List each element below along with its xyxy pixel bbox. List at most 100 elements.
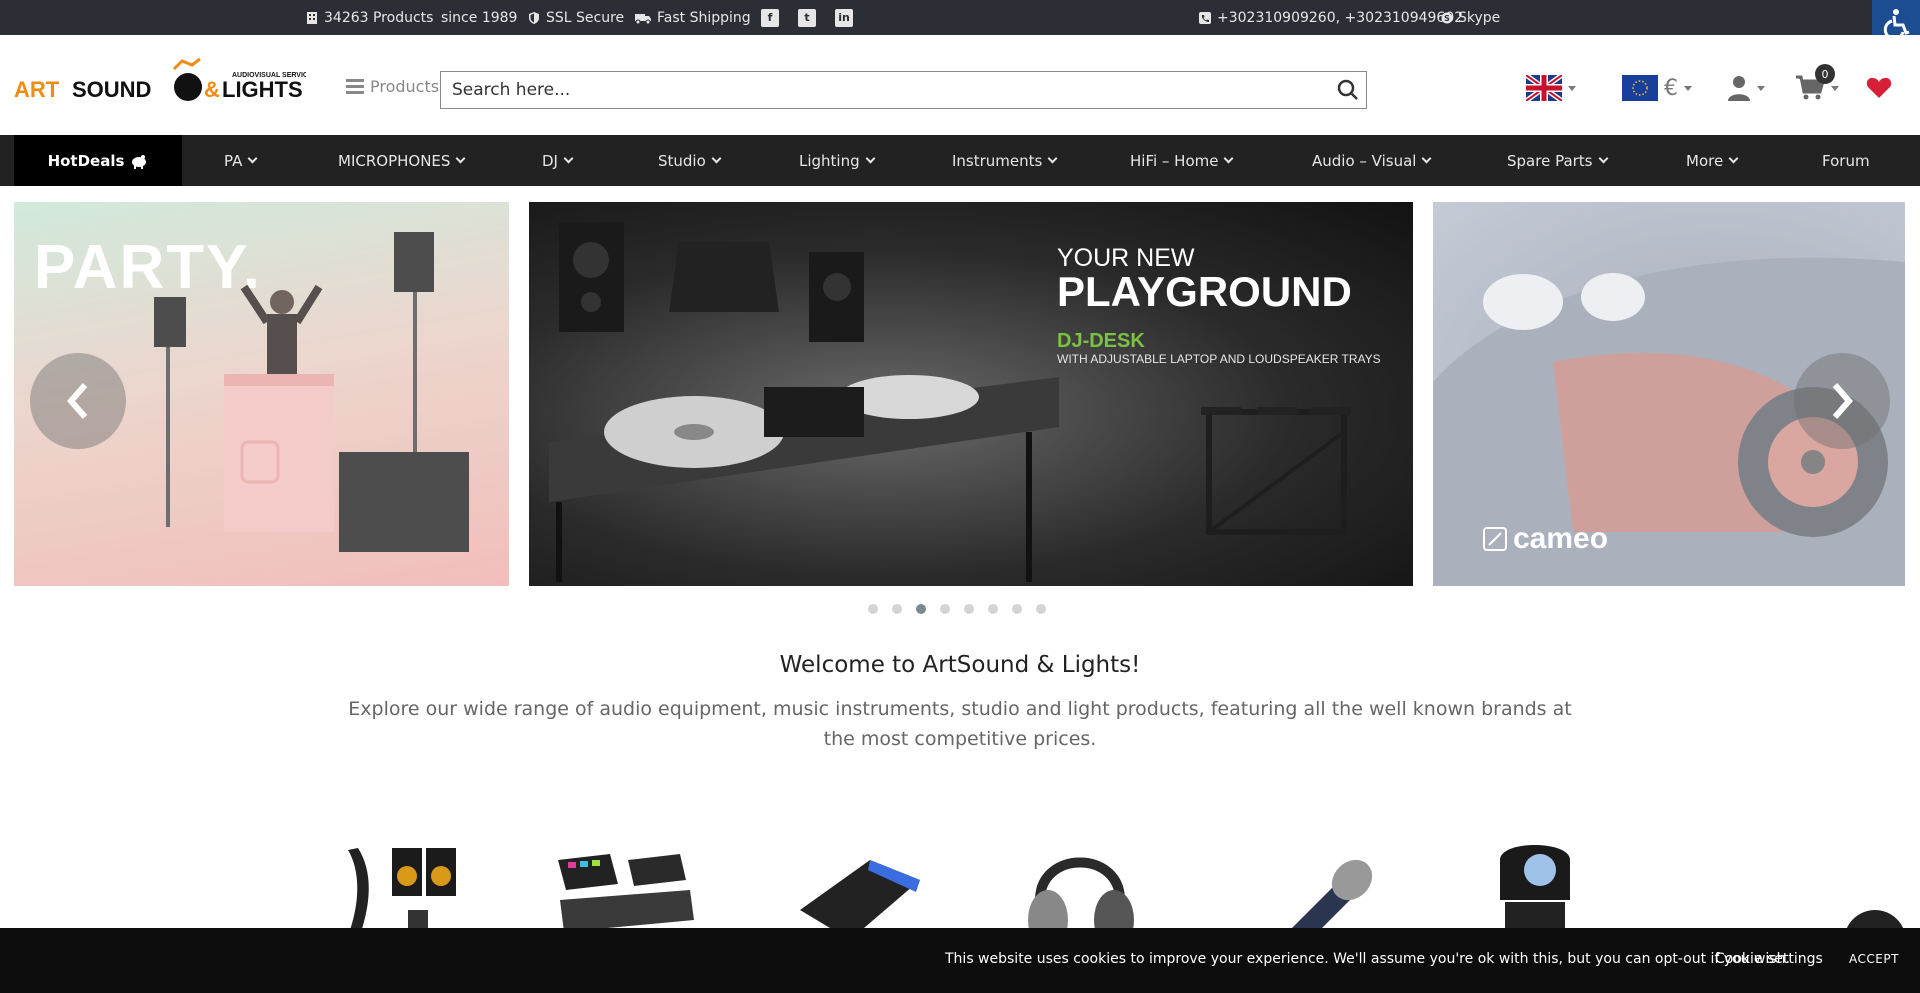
artsound-logo[interactable]: ART SOUND & LIGHTS AUDIOVISUAL SERVICES [14, 57, 318, 113]
cookie-settings-link[interactable]: Cookie settings [1715, 951, 1823, 967]
cookie-accept-button[interactable]: ACCEPT [1849, 952, 1899, 966]
chevron-down-icon [1684, 85, 1692, 91]
chevron-down-icon [247, 153, 258, 164]
facebook-icon[interactable]: f [761, 8, 779, 27]
user-icon[interactable] [1727, 75, 1751, 101]
building-icon [307, 11, 317, 24]
carousel-next-button[interactable] [1794, 353, 1890, 449]
nav-item-instruments[interactable]: Instruments [952, 135, 1058, 186]
nav-label[interactable]: MICROPHONES [338, 152, 450, 170]
site-header: ART SOUND & LIGHTS AUDIOVISUAL SERVICES … [0, 35, 1920, 135]
nav-item-dj[interactable]: DJ [542, 135, 574, 186]
phone-contact[interactable]: +302310909260, +302310949602 [1198, 0, 1463, 35]
skype-icon: S [1441, 12, 1453, 23]
nav-label[interactable]: Studio [658, 152, 706, 170]
nav-item-more[interactable]: More [1686, 135, 1739, 186]
linkedin-icon[interactable]: in [835, 8, 853, 27]
main-navigation: HotDeals PA MICROPHONES DJ Studio Lighti… [0, 135, 1920, 186]
carousel-dot[interactable] [892, 604, 902, 614]
search-icon[interactable] [1336, 78, 1360, 102]
cameo-label: cameo [1513, 522, 1609, 555]
svg-text:AUDIOVISUAL SERVICES: AUDIOVISUAL SERVICES [232, 72, 306, 79]
fast-shipping: Fast Shipping [634, 0, 751, 35]
nav-label[interactable]: HiFi – Home [1130, 152, 1218, 170]
carousel-dot[interactable] [868, 604, 878, 614]
chevron-down-icon [1598, 153, 1608, 164]
nav-label[interactable]: Lighting [799, 152, 860, 170]
carousel-dot[interactable] [940, 604, 950, 614]
chevron-down-icon [1422, 153, 1432, 164]
facebook-link[interactable]: f [761, 0, 779, 35]
svg-text:LIGHTS: LIGHTS [222, 77, 303, 102]
products-menu-toggle[interactable]: Products [346, 75, 439, 97]
nav-label[interactable]: Instruments [952, 152, 1042, 170]
currency-symbol[interactable]: € [1664, 76, 1678, 101]
chevron-down-icon [563, 153, 574, 164]
search-bar [440, 71, 1367, 109]
chevron-down-icon [1047, 153, 1058, 164]
slide-dj-desk[interactable]: YOUR NEW PLAYGROUND DJ-DESK WITH ADJUSTA… [529, 202, 1413, 586]
uk-flag-icon[interactable] [1526, 75, 1562, 101]
carousel-dot[interactable] [1012, 604, 1022, 614]
carousel-dots [868, 604, 1046, 614]
carousel-dot[interactable] [1036, 604, 1046, 614]
nav-label[interactable]: Spare Parts [1507, 152, 1593, 170]
nav-item-forum[interactable]: Forum [1822, 135, 1870, 186]
svg-text:ART: ART [14, 77, 60, 102]
chevron-down-icon [865, 153, 876, 164]
nav-item-hifi-home[interactable]: HiFi – Home [1130, 135, 1234, 186]
nav-label[interactable]: Forum [1822, 152, 1870, 170]
carousel-dot-active[interactable] [916, 604, 926, 614]
linkedin-link[interactable]: in [835, 0, 853, 35]
twitter-link[interactable]: t [798, 0, 816, 35]
nav-label[interactable]: Audio – Visual [1312, 152, 1416, 170]
wishlist-button[interactable] [1866, 71, 1892, 105]
eu-flag-icon[interactable] [1622, 75, 1658, 101]
products-menu-label[interactable]: Products [370, 77, 439, 96]
nav-item-spare-parts[interactable]: Spare Parts [1507, 135, 1608, 186]
skype-label[interactable]: Skype [1458, 10, 1500, 26]
currency-selector[interactable]: € [1622, 71, 1692, 105]
carousel-dot[interactable] [988, 604, 998, 614]
chevron-down-icon [455, 153, 466, 164]
cameo-brand: cameo [1483, 522, 1608, 556]
language-selector[interactable] [1526, 71, 1576, 105]
shipping-label: Fast Shipping [657, 9, 751, 26]
twitter-icon[interactable]: t [798, 8, 816, 27]
nav-item-lighting[interactable]: Lighting [799, 135, 876, 186]
ssl-secure: SSL Secure [527, 0, 624, 35]
heart-icon[interactable] [1866, 76, 1892, 100]
chevron-left-icon[interactable] [63, 381, 93, 421]
search-input[interactable] [441, 72, 1321, 108]
nav-label[interactable]: PA [224, 152, 242, 170]
nav-item-audio-visual[interactable]: Audio – Visual [1312, 135, 1432, 186]
account-menu[interactable] [1727, 71, 1765, 105]
nav-item-hotdeals[interactable]: HotDeals [14, 135, 182, 186]
nav-label[interactable]: More [1686, 152, 1723, 170]
chevron-down-icon [1757, 85, 1765, 91]
nav-item-studio[interactable]: Studio [658, 135, 722, 186]
svg-text:S: S [1444, 14, 1450, 23]
phone-icon [1199, 11, 1211, 24]
chevron-down-icon [1224, 153, 1234, 164]
chevron-down-icon [1831, 85, 1839, 91]
products-count-label: 34263 Products [324, 9, 434, 26]
nav-item-pa[interactable]: PA [224, 135, 258, 186]
hotdeals-label[interactable]: HotDeals [48, 152, 125, 170]
cart-count-badge: 0 [1815, 64, 1835, 84]
hamburger-icon[interactable] [346, 78, 364, 94]
carousel-prev-button[interactable] [30, 353, 126, 449]
carousel-dot[interactable] [964, 604, 974, 614]
phone-numbers[interactable]: +302310909260, +302310949602 [1217, 10, 1463, 26]
products-count: 34263 Products [305, 0, 433, 35]
truck-icon [635, 13, 651, 24]
chevron-right-icon[interactable] [1827, 381, 1857, 421]
promo-title: PLAYGROUND [1057, 268, 1352, 315]
nav-label[interactable]: DJ [542, 152, 558, 170]
chevron-down-icon [711, 153, 722, 164]
hero-carousel: PARTY. YOUR NEW PLAYGROUND DJ-DESK WITH … [0, 202, 1920, 586]
skype-link[interactable]: S Skype [1441, 0, 1500, 35]
site-logo[interactable]: ART SOUND & LIGHTS AUDIOVISUAL SERVICES [14, 57, 318, 113]
piggy-bank-icon [132, 154, 147, 169]
nav-item-microphones[interactable]: MICROPHONES [338, 135, 466, 186]
